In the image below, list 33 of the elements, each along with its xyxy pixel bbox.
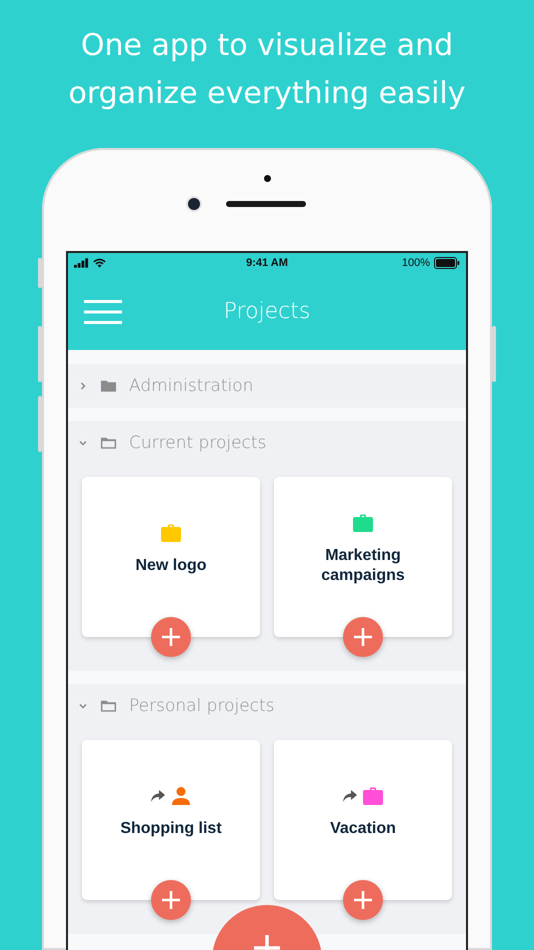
- folder-outline-icon: [100, 699, 117, 713]
- add-button[interactable]: [343, 880, 383, 920]
- project-card[interactable]: Shopping list: [82, 740, 260, 900]
- share-arrow-icon: [343, 790, 357, 802]
- chevron-down-icon: [78, 438, 88, 448]
- project-title: Shopping list: [119, 819, 223, 839]
- share-arrow-icon: [151, 790, 165, 802]
- folder-name: Administration: [129, 376, 254, 396]
- folder-outline-icon: [100, 436, 117, 450]
- headline: One app to visualize and organize everything easily: [67, 27, 467, 113]
- chevron-right-icon: [78, 381, 88, 391]
- camera-lens: [188, 198, 200, 210]
- battery-percent: 100%: [402, 257, 430, 269]
- sensor-dot: [264, 175, 270, 182]
- project-title: Marketing campaigns: [320, 546, 406, 586]
- project-title: Vacation: [329, 819, 397, 839]
- add-button[interactable]: [151, 880, 191, 920]
- menu-icon[interactable]: [84, 300, 122, 324]
- folder-icon: [100, 379, 117, 393]
- chevron-down-icon: [78, 701, 88, 711]
- signal-icon: [74, 258, 89, 268]
- project-card[interactable]: Vacation: [274, 740, 452, 900]
- folder-name: Current projects: [129, 433, 266, 453]
- project-card[interactable]: Marketing campaigns: [274, 477, 452, 637]
- add-button[interactable]: [343, 617, 383, 657]
- status-time: 9:41 AM: [246, 257, 288, 269]
- project-card[interactable]: New logo: [82, 477, 260, 637]
- folder-name: Personal projects: [129, 696, 275, 716]
- wifi-icon: [93, 258, 106, 268]
- project-title: New logo: [134, 556, 208, 576]
- screen-title: Projects: [222, 299, 312, 324]
- add-button[interactable]: [151, 617, 191, 657]
- battery-icon: [434, 257, 460, 269]
